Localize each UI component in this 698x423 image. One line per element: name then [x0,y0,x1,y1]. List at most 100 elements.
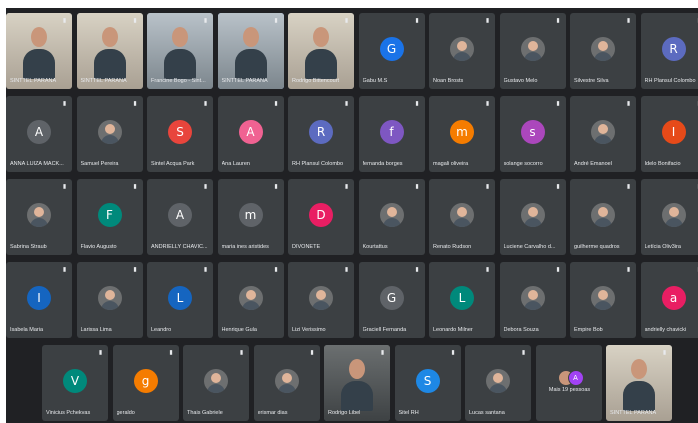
participant-tile[interactable]: ▮ Rodrigo Libel [324,345,390,421]
participant-tile[interactable]: R▮RH Plansul Colombo [640,13,698,89]
avatar: S [415,369,440,393]
participant-tile[interactable]: ▮ Kourtattus [358,179,425,255]
participant-tile[interactable]: f ▮ fernanda borges [358,96,425,172]
participant-tile[interactable]: R▮RH Plansul Colombo [288,96,354,172]
avatar [591,286,615,310]
avatar: m [238,203,263,227]
mic-muted-icon: ▮ [485,184,490,190]
participant-name: fernanda borges [362,161,403,167]
mic-muted-icon: ▮ [485,18,490,24]
participant-tile[interactable]: ▮ SINTTEL PARANÁ [217,13,284,89]
avatar: I [27,286,51,310]
mic-muted-icon: ▮ [203,267,208,273]
participant-tile[interactable]: ▮ Francine Bogo - Sint... [147,13,213,89]
participant-tile[interactable]: ▮ SINTTEL PARANÁ [76,13,143,89]
mic-muted-icon: ▮ [239,350,244,356]
participant-tile[interactable]: F ▮ Flavio Augusto [76,179,143,255]
mic-muted-icon: ▮ [626,18,631,24]
participant-name: ANDRIELLY CHAVIC... [151,244,208,250]
avatar: s [520,120,545,144]
participant-tile[interactable]: G ▮ Gabu M.S [358,13,425,89]
participant-video [234,27,267,79]
meeting-grid: ▮ SINTTEL PARANÁ ▮ SINTTEL PARANÁ ▮ Francine … [6,8,698,423]
mic-muted-icon: ▮ [274,18,278,24]
participant-tile[interactable]: V ▮ Vinicius Pchekvas [42,345,108,421]
participant-tile[interactable]: ▮ Sabrina Straub [6,179,72,255]
avatar: L [168,286,192,310]
participant-tile[interactable]: g ▮ geraldo [112,345,179,421]
participant-tile[interactable]: ▮ Renato Rudson [429,179,495,255]
avatar [591,203,615,227]
participant-tile[interactable]: S ▮ Sintel Acqua Park [147,96,213,172]
participant-tile[interactable]: I▮Idelo Bonifacio [640,96,698,172]
avatar: A [27,120,51,144]
participant-tile[interactable]: ▮ Gustavo Melo [499,13,566,89]
participant-tile[interactable]: A Mais 19 pessoas [535,345,602,421]
participant-tile[interactable]: m ▮ maria ines aristides [217,179,284,255]
participant-tile[interactable]: G ▮ Graciell Fernanda [358,262,425,338]
participant-tile[interactable]: ▮ Lizi Verissimo [288,262,354,338]
participant-tile[interactable]: L ▮ Leonardo Milner [429,262,495,338]
participant-tile[interactable]: ▮ Samuel Pereira [76,96,143,172]
avatar: A [168,203,192,227]
participant-tile[interactable]: S ▮ Sitel RH [394,345,461,421]
participant-name: ANNA LUIZA MACK... [10,161,64,167]
participant-name: DIVONETE [292,244,321,250]
avatar [520,286,545,310]
avatar: a [661,286,686,310]
participant-tile[interactable]: ▮ Rodrigo Bittencourt [288,13,354,89]
avatar [97,120,122,144]
participant-tile[interactable]: a▮andrielly chavicki [640,262,698,338]
mic-muted-icon: ▮ [344,101,349,107]
avatar: R [309,120,333,144]
more-participants-avatars: A [557,367,588,387]
participant-video [341,359,373,411]
mic-muted-icon: ▮ [485,267,490,273]
participant-tile[interactable]: ▮ Silvestre Silva [570,13,636,89]
participant-tile[interactable]: D ▮ DIVONETE [288,179,354,255]
participant-tile[interactable]: s ▮ solange socorro [499,96,566,172]
mic-muted-icon: ▮ [203,18,208,24]
avatar: G [379,37,404,61]
participant-tile[interactable]: ▮ André Emanoel [570,96,636,172]
avatar [379,203,404,227]
mic-muted-icon: ▮ [274,101,278,107]
participant-tile[interactable]: ▮ SINTTEL PARANÁ [606,345,672,421]
mic-muted-icon: ▮ [274,184,278,190]
participant-tile[interactable]: ▮ Noan Brosts [429,13,495,89]
participant-name: magali oliveira [433,161,469,167]
participant-tile[interactable]: ▮ guilherme quadros [570,179,636,255]
participant-tile[interactable]: ▮ Lucas santana [465,345,531,421]
avatar: f [379,120,404,144]
participant-name: Samuel Pereira [80,161,119,167]
mic-muted-icon: ▮ [415,267,419,273]
participant-tile[interactable]: I ▮ Isabela Maria [6,262,72,338]
participant-tile[interactable]: ▮ Luciene Carvalho d... [499,179,566,255]
participant-name: maria ines aristides [221,244,269,250]
participant-name: Isabela Maria [10,327,44,333]
avatar: L [450,286,474,310]
mic-muted-icon: ▮ [203,184,208,190]
participant-tile[interactable]: ▮ SINTTEL PARANÁ [6,13,72,89]
participant-tile[interactable]: ▮ Debora Souza [499,262,566,338]
participant-name: Sintel Acqua Park [151,161,195,167]
participant-tile[interactable]: ▮ Empire Bob [570,262,636,338]
participant-tile[interactable]: A ▮ ANNA LUIZA MACK... [6,96,72,172]
participant-tile[interactable]: A ▮ ANDRIELLY CHAVIC... [147,179,213,255]
avatar [274,369,299,393]
participant-name: Debora Souza [503,327,539,333]
participant-name: SINTTEL PARANÁ [610,410,657,416]
participant-tile[interactable]: ▮ Larissa Lima [76,262,143,338]
mic-muted-icon: ▮ [344,18,349,24]
participant-video [305,27,337,79]
participant-tile[interactable]: A ▮ Ana Lauren [217,96,284,172]
participant-tile[interactable]: ▮ Henrique Gula [217,262,284,338]
avatar [97,286,122,310]
participant-tile[interactable]: L ▮ Leandro [147,262,213,338]
participant-tile[interactable]: ▮ erismar dias [253,345,320,421]
participant-name: Leonardo Milner [433,327,473,333]
participant-tile[interactable]: m ▮ magali oliveira [429,96,495,172]
participant-tile[interactable]: ▮ Thais Gabriele [183,345,249,421]
participant-tile[interactable]: ▮Letícia Oliv3ira [640,179,698,255]
participant-name: Larissa Lima [80,327,112,333]
